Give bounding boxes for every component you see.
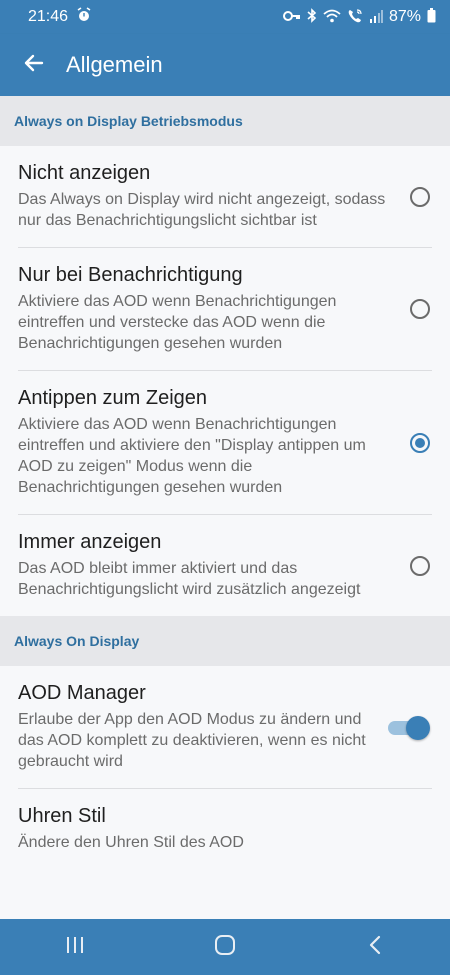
setting-desc: Erlaube der App den AOD Modus zu ändern … bbox=[18, 711, 366, 770]
setting-text: Uhren Stil Ändere den Uhren Stil des AOD bbox=[18, 805, 432, 853]
wifi-icon bbox=[323, 9, 341, 26]
option-title: Immer anzeigen bbox=[18, 531, 162, 553]
option-title: Antippen zum Zeigen bbox=[18, 387, 208, 409]
aod-manager-toggle[interactable] bbox=[388, 716, 430, 740]
nav-back-icon bbox=[368, 935, 382, 960]
status-time: 21:46 bbox=[28, 8, 69, 25]
option-nicht-anzeigen[interactable]: Nicht anzeigen Das Always on Display wir… bbox=[0, 146, 450, 247]
setting-title: Uhren Stil bbox=[18, 805, 106, 827]
option-text: Nur bei Benachrichtigung Aktiviere das A… bbox=[18, 264, 410, 354]
option-immer-anzeigen[interactable]: Immer anzeigen Das AOD bleibt immer akti… bbox=[0, 515, 450, 616]
setting-title: AOD Manager bbox=[18, 682, 146, 704]
option-title: Nur bei Benachrichtigung bbox=[18, 264, 243, 286]
option-antippen-zum-zeigen[interactable]: Antippen zum Zeigen Aktiviere das AOD we… bbox=[0, 371, 450, 514]
back-button[interactable] bbox=[20, 51, 48, 79]
settings-list[interactable]: Always on Display Betriebsmodus Nicht an… bbox=[0, 96, 450, 919]
key-icon bbox=[282, 9, 301, 25]
option-desc: Aktiviere das AOD wenn Benachrichtigunge… bbox=[18, 293, 337, 352]
radio-nicht-anzeigen[interactable] bbox=[410, 186, 430, 207]
arrow-left-icon bbox=[22, 51, 46, 80]
battery-icon bbox=[427, 8, 436, 26]
setting-aod-manager[interactable]: AOD Manager Erlaube der App den AOD Modu… bbox=[0, 666, 450, 788]
setting-desc: Ändere den Uhren Stil des AOD bbox=[18, 834, 244, 851]
option-desc: Das Always on Display wird nicht angezei… bbox=[18, 191, 386, 229]
option-desc: Aktiviere das AOD wenn Benachrichtigunge… bbox=[18, 416, 366, 496]
option-text: Antippen zum Zeigen Aktiviere das AOD we… bbox=[18, 387, 410, 498]
home-button[interactable] bbox=[195, 927, 255, 967]
section-header-aod-mode: Always on Display Betriebsmodus bbox=[0, 96, 450, 146]
setting-uhren-stil[interactable]: Uhren Stil Ändere den Uhren Stil des AOD bbox=[0, 789, 450, 869]
radio-immer-anzeigen[interactable] bbox=[410, 555, 430, 576]
option-nur-bei-benachrichtigung[interactable]: Nur bei Benachrichtigung Aktiviere das A… bbox=[0, 248, 450, 370]
nav-back-button[interactable] bbox=[345, 927, 405, 967]
recents-button[interactable] bbox=[45, 927, 105, 967]
bluetooth-icon bbox=[307, 8, 317, 26]
alarm-icon bbox=[76, 6, 92, 28]
page-title: Allgemein bbox=[66, 52, 163, 77]
battery-percent: 87% bbox=[388, 8, 421, 25]
option-title: Nicht anzeigen bbox=[18, 162, 151, 184]
option-desc: Das AOD bleibt immer aktiviert und das B… bbox=[18, 560, 361, 598]
wifi-call-icon bbox=[347, 8, 363, 26]
setting-text: AOD Manager Erlaube der App den AOD Modu… bbox=[18, 682, 388, 772]
toggle-thumb bbox=[406, 716, 430, 740]
radio-antippen-zum-zeigen[interactable] bbox=[410, 432, 430, 453]
home-icon bbox=[214, 934, 236, 961]
status-right: 87% bbox=[282, 8, 436, 26]
status-left: 21:46 bbox=[28, 6, 92, 28]
option-text: Nicht anzeigen Das Always on Display wir… bbox=[18, 162, 410, 231]
app-bar: Allgemein bbox=[0, 34, 450, 96]
system-nav-bar bbox=[0, 919, 450, 975]
status-bar: 21:46 87% bbox=[0, 0, 450, 34]
signal-icon bbox=[369, 9, 383, 26]
recents-icon bbox=[65, 936, 85, 959]
option-text: Immer anzeigen Das AOD bleibt immer akti… bbox=[18, 531, 410, 600]
radio-nur-bei-benachrichtigung[interactable] bbox=[410, 299, 430, 319]
section-header-always-on-display: Always On Display bbox=[0, 616, 450, 666]
